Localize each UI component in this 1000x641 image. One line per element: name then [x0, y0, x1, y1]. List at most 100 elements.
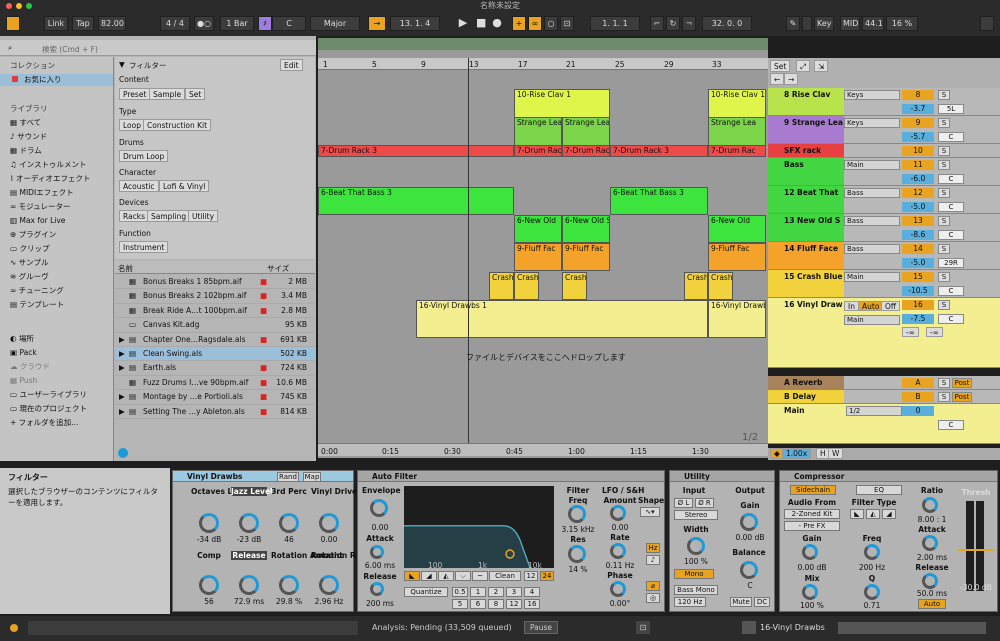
- quantize-value-button[interactable]: 2: [488, 587, 504, 597]
- sidebar-item-grooves[interactable]: ≋ グルーヴ: [10, 271, 49, 283]
- drums-label[interactable]: Drums: [119, 138, 144, 147]
- ratio-knob[interactable]: [922, 497, 938, 513]
- monitor-in-button[interactable]: In: [844, 301, 859, 311]
- track-io[interactable]: Main: [844, 315, 900, 325]
- clip-crash[interactable]: Crash: [684, 272, 708, 300]
- metronome-icon[interactable]: ●○: [194, 16, 214, 31]
- track-row[interactable]: 16 Vinyl Draw In Auto Off Main 16 S -7.5 C …: [768, 298, 1000, 368]
- file-row[interactable]: ▦ Fuzz Drums I…ve 90bpm.aif ■ 10.6 MB: [115, 376, 315, 391]
- file-row[interactable]: ▶ ▤ Setting The …y Ableton.als ■ 814 KB: [115, 405, 315, 419]
- sc-q-knob[interactable]: [864, 584, 880, 600]
- sidebar-item-all[interactable]: ▦ すべて: [10, 117, 41, 129]
- track-row[interactable]: 9 Strange Lea Keys 9 S -5.7 C: [768, 116, 1000, 144]
- sidebar-item-midi-effects[interactable]: ▤ MIDIエフェクト: [10, 187, 74, 199]
- clip-vinyl-drawbs[interactable]: 16-Vinyl Drawb: [708, 300, 766, 338]
- track-io[interactable]: Bass: [844, 216, 900, 226]
- filter-type-hp[interactable]: ◢: [421, 571, 437, 581]
- macro-knob[interactable]: [279, 513, 299, 533]
- track-number[interactable]: 14: [902, 244, 934, 254]
- solo-button[interactable]: S: [938, 244, 950, 254]
- track-volume[interactable]: -5.0: [902, 202, 934, 212]
- main-track-row[interactable]: Main 1/2 0 C: [768, 404, 1000, 444]
- draw-mode-icon[interactable]: ✎: [786, 16, 800, 31]
- view-toggle-icon[interactable]: [6, 16, 20, 31]
- attack-knob[interactable]: [370, 545, 384, 559]
- macro-knob[interactable]: [199, 575, 219, 595]
- main-io[interactable]: 1/2: [846, 406, 902, 416]
- nav-back-icon[interactable]: ←: [770, 73, 785, 85]
- clip-beat-bass[interactable]: 6-Beat That Bass 3: [318, 187, 514, 215]
- function-label[interactable]: Function: [119, 229, 151, 238]
- set-button[interactable]: Set: [770, 60, 791, 72]
- track-overview-strip[interactable]: [838, 622, 986, 634]
- loop-length-field[interactable]: 32. 0. 0: [702, 16, 752, 31]
- sidebar-item-add-folder[interactable]: + フォルダを追加...: [10, 417, 78, 429]
- clip-new-old[interactable]: 6-New Old S: [562, 215, 610, 243]
- track-volume[interactable]: -6.0: [902, 174, 934, 184]
- phase-knob[interactable]: [610, 581, 626, 597]
- sidebar-item-user-library[interactable]: ▭ ユーザーライブラリ: [10, 389, 87, 401]
- sidebar-item-push[interactable]: ▦ Push: [10, 375, 37, 387]
- key-select[interactable]: C: [272, 16, 306, 31]
- track-pan[interactable]: C: [938, 314, 964, 324]
- macro-knob[interactable]: [319, 513, 339, 533]
- record-icon[interactable]: ●: [490, 16, 504, 31]
- track-pan[interactable]: C: [938, 286, 964, 296]
- tag-utility[interactable]: Utility: [188, 210, 219, 222]
- search-input[interactable]: 検索 (Cmd + F): [42, 44, 98, 55]
- map-button[interactable]: Map: [303, 472, 321, 482]
- clip-drum-rack[interactable]: 7-Drum Rack 3: [610, 145, 708, 157]
- phase-mode-icon[interactable]: ⌀: [646, 581, 660, 591]
- clip-fluff-face[interactable]: 9-Fluff Fac: [514, 243, 562, 271]
- sidebar-item-drums[interactable]: ▦ ドラム: [10, 145, 42, 157]
- sidebar-item-samples[interactable]: ∿ サンプル: [10, 257, 48, 269]
- comp-release-knob[interactable]: [922, 573, 938, 589]
- hz-button[interactable]: Hz: [646, 543, 660, 553]
- audio-source-select[interactable]: 2-Zoned Kit: [784, 509, 840, 519]
- quantize-value-button[interactable]: 12: [506, 599, 522, 609]
- clip-drum-rack[interactable]: 7-Drum Rack 3: [318, 145, 514, 157]
- sidebar-item-audio-effects[interactable]: ⌇ オーディオエフェクト: [10, 173, 91, 185]
- track-row[interactable]: SFX rack 10 S: [768, 144, 1000, 158]
- audio-tap-select[interactable]: - Pre FX: [784, 521, 840, 531]
- main-volume[interactable]: 0: [902, 406, 934, 416]
- eq-button[interactable]: EQ: [856, 485, 902, 495]
- file-row[interactable]: ▦ Bonus Breaks 2 102bpm.aif ■ 3.4 MB: [115, 289, 315, 304]
- track-number[interactable]: 15: [902, 272, 934, 282]
- punch-out-icon[interactable]: ¬: [682, 16, 696, 31]
- track-row[interactable]: 12 Beat That Bass 12 S -5.0 C: [768, 186, 1000, 214]
- zoom-field[interactable]: 1.00x: [782, 448, 812, 459]
- return-track-row[interactable]: B Delay B S Post: [768, 390, 1000, 404]
- expand-tracks-icon[interactable]: ⤢: [796, 60, 810, 72]
- file-row[interactable]: ▶ ▤ Chapter One…Ragsdale.als ■ 691 KB: [115, 333, 315, 347]
- clip-drum-rack[interactable]: 7-Drum Rac: [514, 145, 562, 157]
- post-button[interactable]: Post: [952, 392, 972, 402]
- sidebar-item-current-project[interactable]: ▭ 現在のプロジェクト: [10, 403, 87, 415]
- file-row[interactable]: ▦ Bonus Breaks 1 85bpm.aif ■ 2 MB: [115, 275, 315, 290]
- auto-release-button[interactable]: Auto: [918, 599, 946, 609]
- keyboard-icon[interactable]: [802, 16, 812, 31]
- track-io[interactable]: Main: [844, 160, 900, 170]
- automation-arm-icon[interactable]: ∞: [528, 16, 542, 31]
- filter-curve-display[interactable]: [404, 486, 554, 568]
- track-number[interactable]: 10: [902, 146, 934, 156]
- quantize-select[interactable]: 1 Bar: [220, 16, 254, 31]
- sidebar-item-max-for-live[interactable]: ▥ Max for Live: [10, 215, 65, 227]
- pause-analysis-button[interactable]: Pause: [524, 621, 558, 634]
- track-row[interactable]: 15 Crash Blue Main 15 S -10.5 C: [768, 270, 1000, 298]
- quantize-value-button[interactable]: 3: [506, 587, 522, 597]
- info-toggle-icon[interactable]: [10, 624, 18, 632]
- post-button[interactable]: Post: [952, 378, 972, 388]
- track-number[interactable]: 9: [902, 118, 934, 128]
- device-view-icon[interactable]: [742, 621, 756, 634]
- track-io[interactable]: Keys: [844, 118, 900, 128]
- clip-beat-bass[interactable]: 6-Beat That Bass 3: [610, 187, 708, 215]
- sc-gain-knob[interactable]: [802, 544, 818, 560]
- clip-crash[interactable]: Crash: [708, 272, 733, 300]
- sc-freq-knob[interactable]: [864, 544, 880, 560]
- track-number[interactable]: 16: [902, 300, 934, 310]
- key-map-button[interactable]: Key: [814, 16, 834, 31]
- monitor-auto-button[interactable]: Auto: [858, 301, 884, 311]
- balance-knob[interactable]: [740, 561, 758, 579]
- macro-knob[interactable]: [319, 575, 339, 595]
